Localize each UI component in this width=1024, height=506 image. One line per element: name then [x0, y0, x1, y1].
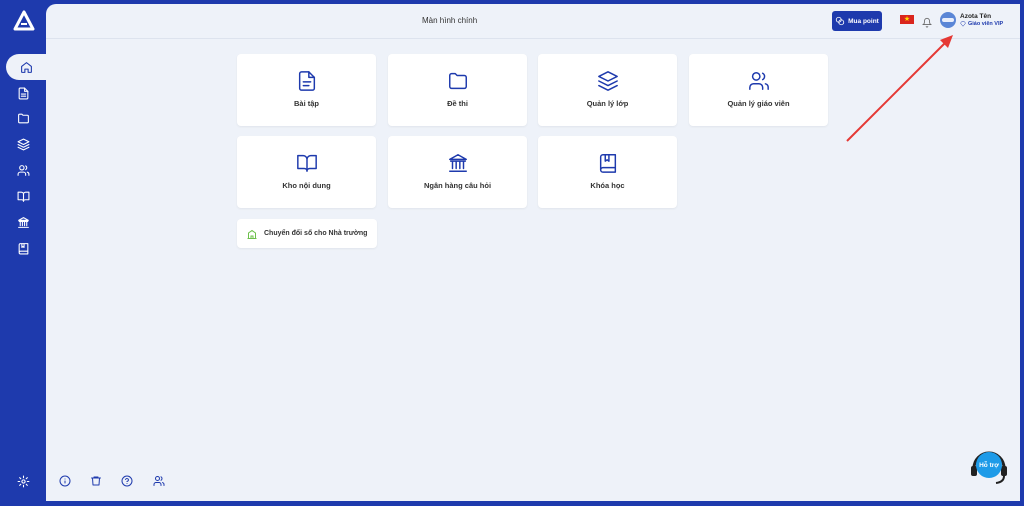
- sidebar-item-home[interactable]: [6, 54, 46, 80]
- bell-icon: [921, 17, 933, 28]
- card-classes[interactable]: Quản lý lớp: [538, 54, 677, 126]
- page-title: Màn hình chính: [422, 16, 478, 25]
- card-label: Bài tập: [293, 99, 319, 108]
- diamond-icon: [960, 21, 966, 27]
- language-flag-vietnam[interactable]: ★: [900, 15, 914, 24]
- card-exams[interactable]: Đề thi: [388, 54, 527, 126]
- sidebar-item-courses[interactable]: [0, 235, 46, 261]
- book-icon: [18, 242, 28, 254]
- digital-transformation-label: Chuyển đổi số cho Nhà trường: [264, 230, 368, 237]
- sidebar-item-classes[interactable]: [0, 131, 46, 157]
- sidebar-settings[interactable]: [0, 468, 46, 494]
- support-widget[interactable]: Hỗ trợ: [968, 444, 1010, 486]
- sidebar-item-content[interactable]: [0, 183, 46, 209]
- school-icon: [247, 229, 257, 239]
- buy-point-label: Mua point: [848, 17, 879, 25]
- card-content[interactable]: Kho nội dung: [237, 136, 376, 208]
- book-open-icon: [296, 152, 318, 174]
- support-label: Hỗ trợ: [976, 452, 1002, 478]
- user-name[interactable]: Azota Tên: [960, 13, 991, 20]
- card-teachers[interactable]: Quản lý giáo viên: [689, 54, 828, 126]
- avatar[interactable]: [940, 12, 956, 28]
- book-icon: [597, 152, 619, 174]
- users-icon: [17, 164, 29, 176]
- bank-icon: [447, 152, 469, 174]
- azota-logo[interactable]: [13, 10, 35, 32]
- buy-point-button[interactable]: Mua point: [832, 11, 882, 31]
- card-label: Quản lý giáo viên: [727, 99, 790, 108]
- layers-icon: [597, 70, 619, 92]
- help-icon: [121, 475, 133, 487]
- card-label: Kho nội dung: [282, 181, 331, 190]
- trash-button[interactable]: [89, 474, 103, 488]
- file-text-icon: [18, 87, 28, 99]
- layers-icon: [17, 138, 29, 150]
- sidebar-item-exercises[interactable]: [0, 80, 46, 106]
- notification-button[interactable]: [921, 15, 933, 28]
- card-courses[interactable]: Khóa học: [538, 136, 677, 208]
- contacts-button[interactable]: [152, 474, 166, 488]
- users-icon: [748, 70, 770, 92]
- topbar: Màn hình chính Mua point ★ Azota Tên Giá…: [46, 4, 1020, 39]
- sidebar: [0, 0, 46, 506]
- info-icon: [59, 475, 71, 487]
- settings-icon: [17, 475, 29, 487]
- trash-icon: [91, 476, 101, 486]
- folder-icon: [447, 70, 469, 92]
- user-role: Giáo viên VIP: [960, 21, 1003, 27]
- sidebar-item-question-bank[interactable]: [0, 209, 46, 235]
- card-label: Ngân hàng câu hỏi: [423, 181, 492, 190]
- digital-transformation-button[interactable]: Chuyển đổi số cho Nhà trường: [237, 219, 377, 248]
- sidebar-item-exams[interactable]: [0, 105, 46, 131]
- card-exercises[interactable]: Bài tập: [237, 54, 376, 126]
- folder-icon: [17, 113, 29, 123]
- coins-icon: [835, 16, 845, 26]
- info-button[interactable]: [58, 474, 72, 488]
- card-label: Quản lý lớp: [586, 99, 629, 108]
- sidebar-item-teachers[interactable]: [0, 157, 46, 183]
- book-open-icon: [17, 191, 29, 202]
- card-question-bank[interactable]: Ngân hàng câu hỏi: [388, 136, 527, 208]
- home-icon: [20, 61, 32, 73]
- card-label: Đề thi: [447, 99, 468, 108]
- user-role-label: Giáo viên VIP: [968, 21, 1004, 27]
- main-panel: Màn hình chính Mua point ★ Azota Tên Giá…: [46, 4, 1020, 501]
- card-label: Khóa học: [590, 181, 625, 190]
- star-icon: ★: [903, 16, 911, 23]
- file-text-icon: [296, 70, 318, 92]
- bank-icon: [17, 216, 29, 228]
- help-button[interactable]: [120, 474, 134, 488]
- users-icon: [153, 476, 165, 486]
